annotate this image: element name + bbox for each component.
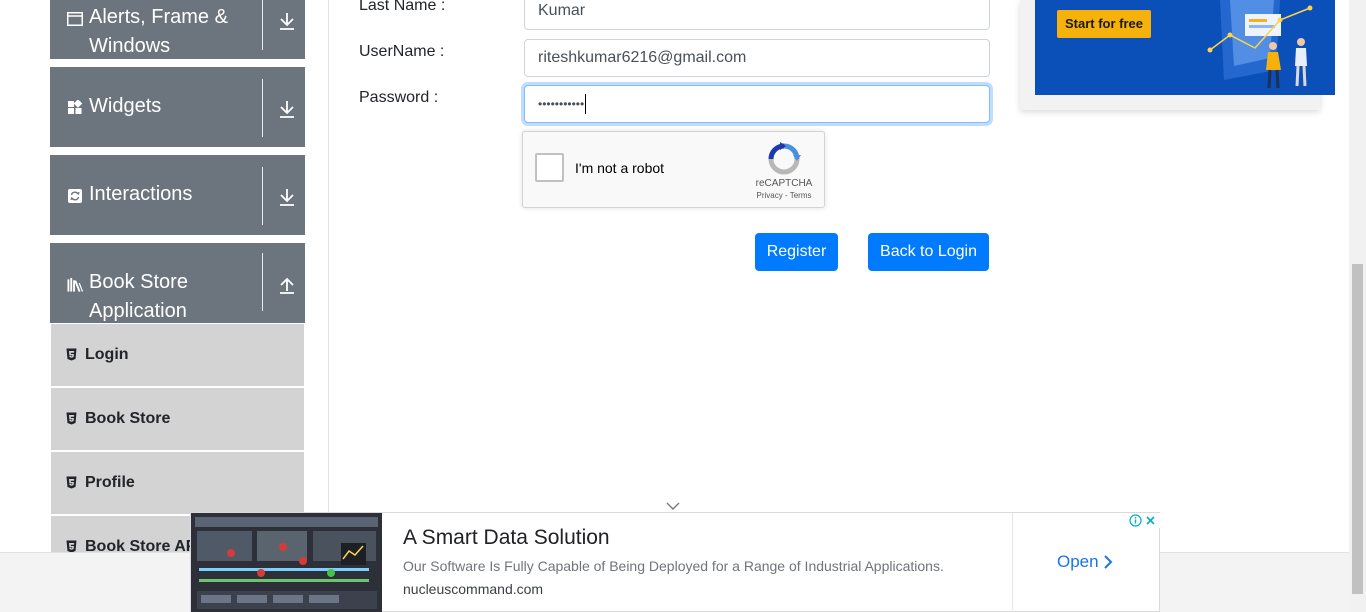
download-arrow-icon <box>278 187 296 207</box>
upload-arrow-icon <box>278 275 296 295</box>
ad-banner-top: Start for free <box>1020 0 1335 110</box>
ad-url: nucleuscommand.com <box>403 581 544 597</box>
close-icon[interactable] <box>1143 513 1158 528</box>
sidebar-group-alerts[interactable]: Alerts, Frame & Windows <box>50 0 305 59</box>
content-divider <box>328 0 329 552</box>
text-caret <box>585 93 587 114</box>
ad-thumbnail-image <box>191 513 382 612</box>
page: Alerts, Frame & Windows Widgets Interact… <box>0 0 1366 612</box>
sidebar-group-book-store-application[interactable]: Book Store Application <box>50 243 305 323</box>
username-field[interactable]: riteshkumar6216@gmail.com <box>524 39 990 77</box>
recaptcha-checkbox[interactable] <box>535 153 564 182</box>
divider <box>262 79 263 137</box>
download-arrow-icon <box>278 11 296 31</box>
lastname-label: Last Name : <box>359 0 446 14</box>
sidebar-item-label: Login <box>85 346 129 363</box>
chevron-down-icon[interactable] <box>665 498 681 510</box>
sidebar-group-interactions[interactable]: Interactions <box>50 155 305 235</box>
lastname-value: Kumar <box>538 2 586 19</box>
window-icon <box>67 11 83 27</box>
ad-title: A Smart Data Solution <box>403 526 610 549</box>
divider <box>262 167 263 225</box>
recaptcha-widget: I'm not a robot reCAPTCHA Privacy - Term… <box>522 131 825 208</box>
chevron-right-icon <box>1103 554 1113 570</box>
html5-icon <box>66 476 77 489</box>
divider <box>262 0 263 50</box>
sidebar-item-book-store[interactable]: Book Store <box>51 388 304 450</box>
ad-divider <box>1012 513 1013 612</box>
start-for-free-button[interactable]: Start for free <box>1057 10 1151 38</box>
recaptcha-logo-icon <box>767 142 801 176</box>
download-arrow-icon <box>278 99 296 119</box>
info-icon[interactable] <box>1128 513 1143 528</box>
sidebar-item-label: Book Store <box>85 410 171 427</box>
adchoices <box>1128 513 1160 528</box>
sidebar-item-label: Profile <box>85 474 135 491</box>
sidebar-group-label: Book Store Application <box>89 271 188 322</box>
sidebar-group-label: Widgets <box>89 95 162 117</box>
interactions-icon <box>67 188 83 204</box>
scrollbar-thumb[interactable] <box>1352 264 1363 594</box>
ad-banner-image[interactable]: Start for free <box>1035 0 1335 95</box>
ad-illustration-icon <box>1207 0 1313 89</box>
sidebar-group-widgets[interactable]: Widgets <box>50 67 305 147</box>
username-value: riteshkumar6216@gmail.com <box>538 49 747 66</box>
back-to-login-button[interactable]: Back to Login <box>868 233 989 271</box>
widgets-icon <box>67 100 83 116</box>
ad-description: Our Software Is Fully Capable of Being D… <box>403 558 944 574</box>
html5-icon <box>66 412 77 425</box>
password-field[interactable]: ••••••••••• <box>524 85 990 123</box>
register-button[interactable]: Register <box>755 233 838 271</box>
sidebar-group-label: Interactions <box>89 183 193 205</box>
recaptcha-label: I'm not a robot <box>575 160 665 176</box>
ad-open-button[interactable]: Open <box>1057 552 1099 572</box>
recaptcha-terms-link[interactable]: Privacy - Terms <box>745 191 823 200</box>
sidebar-item-profile[interactable]: Profile <box>51 452 304 514</box>
ad-banner-bottom[interactable]: A Smart Data Solution Our Software Is Fu… <box>190 512 1160 612</box>
password-value: ••••••••••• <box>538 97 585 111</box>
password-label: Password : <box>359 89 439 106</box>
sidebar-item-login[interactable]: Login <box>51 324 304 386</box>
recaptcha-brand: reCAPTCHA <box>755 178 813 189</box>
lastname-field[interactable]: Kumar <box>524 0 990 30</box>
username-label: UserName : <box>359 43 445 60</box>
divider <box>262 253 263 311</box>
sidebar-group-label: Alerts, Frame & Windows <box>89 6 228 57</box>
books-icon <box>67 277 83 293</box>
html5-icon <box>66 348 77 361</box>
